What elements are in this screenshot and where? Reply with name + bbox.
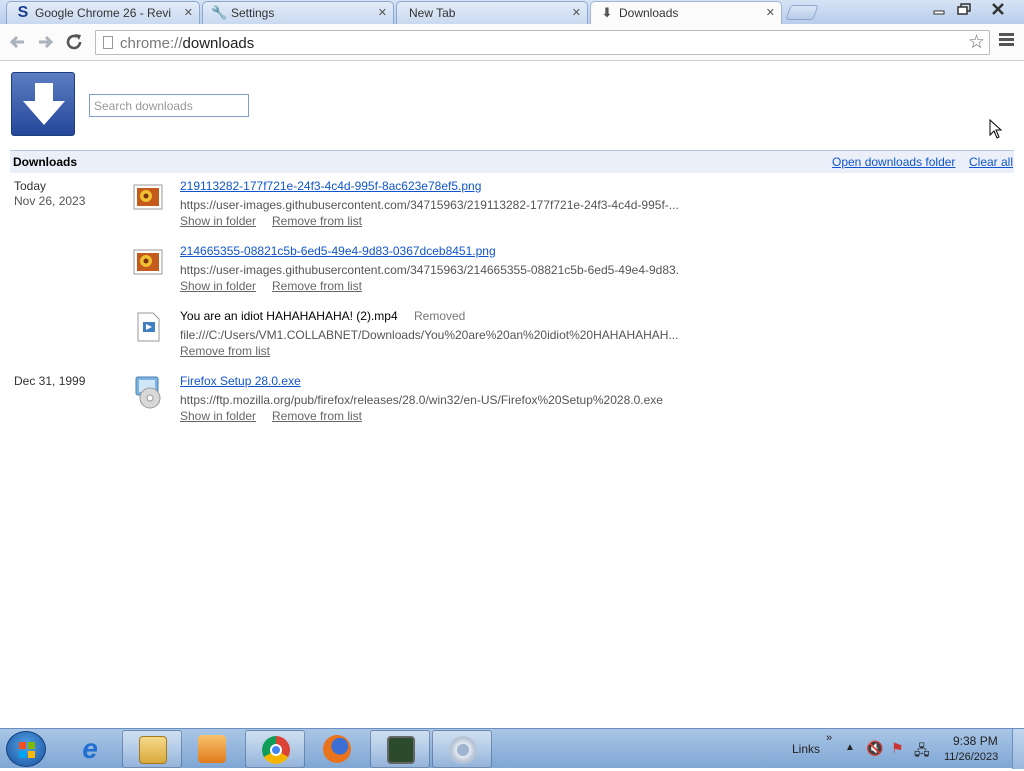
- taskbar-internet-explorer[interactable]: e: [60, 730, 120, 768]
- tab-title: New Tab: [409, 6, 456, 20]
- reload-icon: [66, 34, 82, 50]
- chrome-icon: [262, 736, 290, 764]
- browser-toolbar: chrome://downloads ☆: [0, 24, 1024, 61]
- restore-button[interactable]: [953, 1, 975, 17]
- monitor-icon: [387, 736, 415, 764]
- chevron-right-icon[interactable]: »: [826, 732, 832, 744]
- action-center-flag-icon[interactable]: ⚑: [891, 740, 904, 757]
- download-url: file:///C:/Users/VM1.COLLABNET/Downloads…: [180, 328, 679, 342]
- taskbar-chrome[interactable]: [245, 730, 305, 768]
- show-desktop-button[interactable]: [1012, 729, 1024, 769]
- remove-from-list-link[interactable]: Remove from list: [272, 279, 362, 293]
- taskbar-firefox[interactable]: [307, 730, 367, 768]
- download-file-link[interactable]: 219113282-177f721e-24f3-4c4d-995f-8ac623…: [180, 179, 481, 193]
- remove-from-list-link[interactable]: Remove from list: [272, 409, 362, 423]
- date-group-label: Today: [14, 179, 47, 193]
- media-player-icon: [198, 735, 226, 763]
- image-file-icon: [133, 184, 163, 214]
- clear-all-link[interactable]: Clear all: [969, 155, 1013, 169]
- date-group-label: Dec 31, 1999: [14, 374, 86, 388]
- forward-arrow-icon: [39, 35, 54, 49]
- download-arrow-icon: ⬇: [601, 5, 613, 20]
- open-downloads-folder-link[interactable]: Open downloads folder: [832, 155, 955, 169]
- download-url: https://user-images.githubusercontent.co…: [180, 198, 679, 212]
- omnibox[interactable]: chrome://downloads ☆: [95, 30, 990, 55]
- downloads-logo: [11, 72, 75, 136]
- download-url: https://ftp.mozilla.org/pub/firefox/rele…: [180, 393, 663, 407]
- tab-strip: S Google Chrome 26 - Revi ✕ 🔧 Settings ✕…: [0, 0, 1024, 25]
- windows-taskbar: e Links » ▲ 🔇 ⚑ 🖧 9:38 PM 11/26/2023: [0, 728, 1024, 769]
- installer-file-icon: [133, 375, 163, 409]
- image-file-icon: [133, 249, 163, 279]
- taskbar-explorer[interactable]: [122, 730, 182, 768]
- show-hidden-icons-icon[interactable]: ▲: [845, 742, 855, 753]
- show-in-folder-link[interactable]: Show in folder: [180, 279, 256, 293]
- tab-settings[interactable]: 🔧 Settings ✕: [202, 1, 394, 24]
- close-window-icon: [992, 3, 1004, 15]
- wrench-icon: 🔧: [211, 5, 228, 20]
- tab-title: Settings: [231, 6, 275, 20]
- back-button[interactable]: [6, 32, 28, 52]
- volume-muted-icon[interactable]: 🔇: [866, 740, 883, 757]
- taskbar-task-manager[interactable]: [370, 730, 430, 768]
- taskbar-media-player[interactable]: [182, 730, 242, 768]
- download-url: https://user-images.githubusercontent.co…: [180, 263, 680, 277]
- remove-from-list-link[interactable]: Remove from list: [272, 214, 362, 228]
- new-tab-button[interactable]: [785, 5, 819, 20]
- close-icon[interactable]: ✕: [766, 6, 775, 19]
- reload-button[interactable]: [64, 32, 86, 52]
- tab-new-tab[interactable]: New Tab ✕: [396, 1, 588, 24]
- bookmark-star-icon[interactable]: ☆: [968, 31, 985, 54]
- folder-icon: [139, 736, 167, 764]
- close-icon[interactable]: ✕: [184, 6, 193, 19]
- tab-downloads[interactable]: ⬇ Downloads ✕: [590, 1, 782, 25]
- download-arrow-icon: [23, 83, 65, 125]
- download-file-link[interactable]: Firefox Setup 28.0.exe: [180, 374, 301, 388]
- back-arrow-icon: [9, 35, 24, 49]
- downloads-title: Downloads: [13, 155, 78, 169]
- internet-explorer-icon: e: [82, 733, 98, 764]
- tab-title: Downloads: [619, 6, 679, 20]
- video-file-icon: [133, 312, 163, 342]
- downloads-header: Downloads Open downloads folder Clear al…: [10, 150, 1014, 173]
- clock-date[interactable]: 11/26/2023: [944, 751, 998, 763]
- chrome-gray-icon: [449, 736, 477, 764]
- close-icon[interactable]: ✕: [378, 6, 387, 19]
- download-file-link[interactable]: 214665355-08821c5b-6ed5-49e4-9d83-0367dc…: [180, 244, 496, 258]
- download-status: Removed: [414, 309, 466, 323]
- minimize-button[interactable]: [928, 1, 950, 17]
- tab-google-chrome-26[interactable]: S Google Chrome 26 - Revi ✕: [6, 1, 200, 24]
- restore-icon: [957, 3, 971, 15]
- search-input[interactable]: [89, 94, 249, 117]
- forward-button[interactable]: [35, 32, 57, 52]
- firefox-icon: [323, 735, 351, 763]
- tab-title: Google Chrome 26 - Revi: [35, 6, 172, 20]
- network-icon[interactable]: 🖧: [914, 740, 930, 764]
- download-file-name: You are an idiot HAHAHAHAHA! (2).mp4: [180, 309, 398, 323]
- taskbar-chrome-window[interactable]: [432, 730, 492, 768]
- url-text: chrome://downloads: [120, 35, 255, 52]
- show-in-folder-link[interactable]: Show in folder: [180, 214, 256, 228]
- show-in-folder-link[interactable]: Show in folder: [180, 409, 256, 423]
- remove-from-list-link[interactable]: Remove from list: [180, 344, 270, 358]
- links-toolbar-label[interactable]: Links: [792, 742, 820, 756]
- start-button[interactable]: [6, 731, 46, 767]
- windows-logo-icon: [19, 742, 35, 758]
- s-logo-icon: S: [17, 4, 29, 21]
- mouse-cursor-icon: [989, 118, 1003, 142]
- close-window-button[interactable]: [983, 1, 1013, 17]
- page-icon: [103, 36, 113, 49]
- chrome-menu-button[interactable]: [999, 33, 1014, 48]
- date-group-date: Nov 26, 2023: [14, 194, 86, 208]
- minimize-icon: [933, 10, 945, 15]
- clock-time[interactable]: 9:38 PM: [953, 734, 998, 748]
- close-icon[interactable]: ✕: [572, 6, 581, 19]
